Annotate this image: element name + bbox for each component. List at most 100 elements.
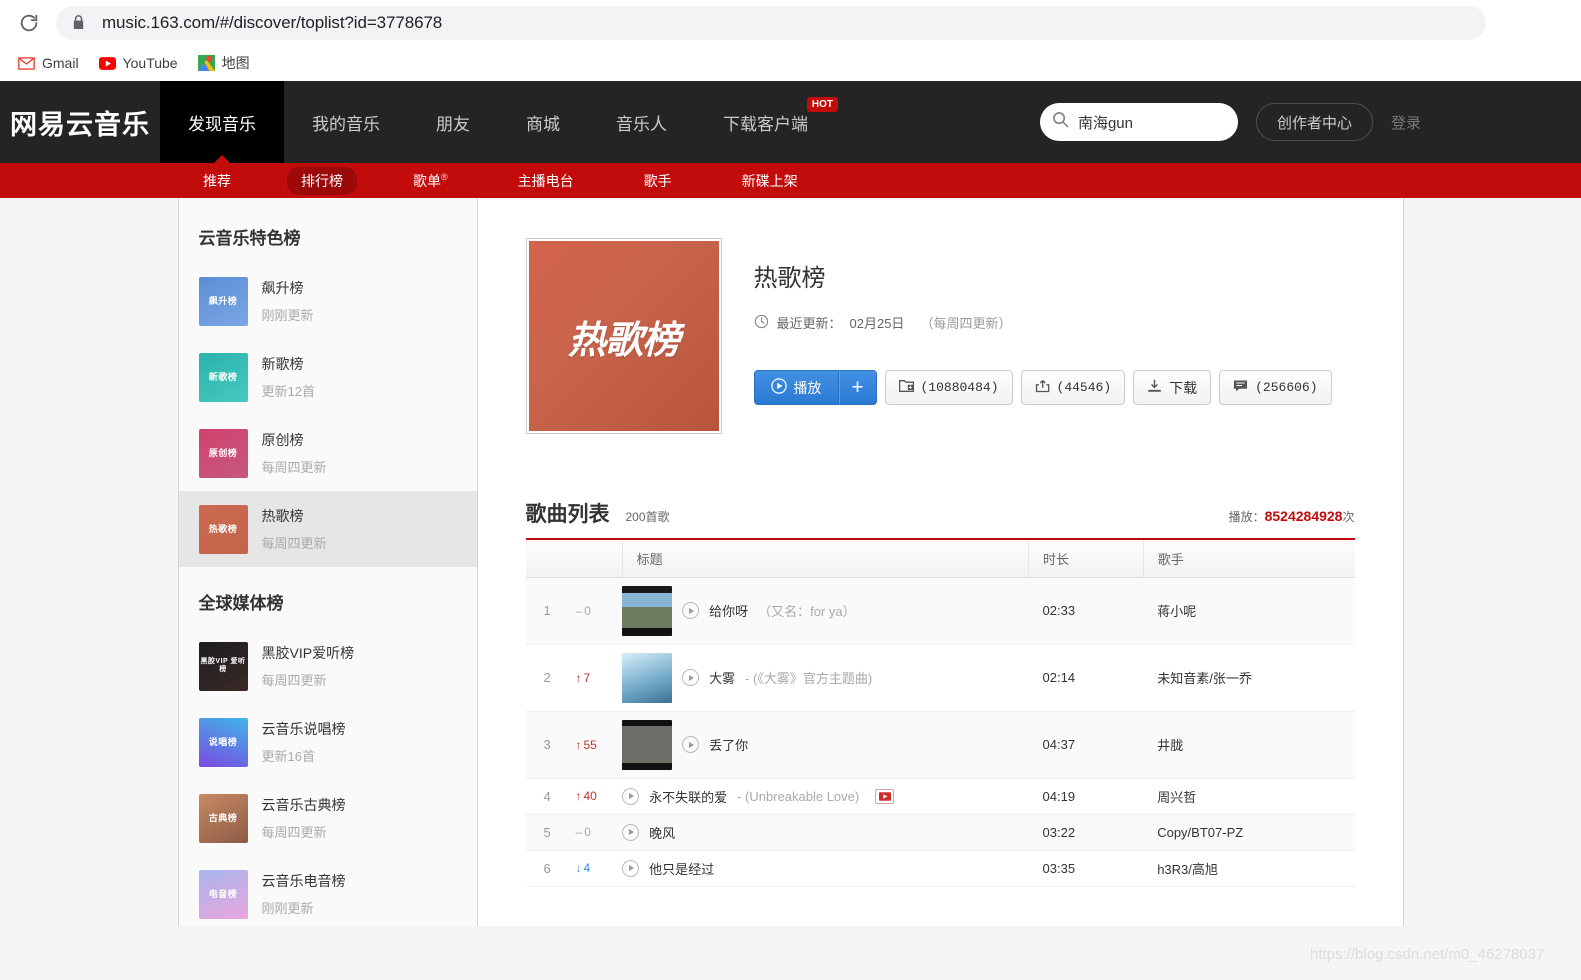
sidebar-section-title: 云音乐特色榜 — [198, 229, 301, 248]
sidebar-item-soaring[interactable]: 飙升榜 飙升榜 刚刚更新 — [179, 263, 477, 339]
table-row[interactable]: 5 –0 晚风 03:22 Copy/BT07-PZ — [525, 814, 1355, 851]
rank-change-value: 40 — [583, 789, 597, 803]
play-icon[interactable] — [622, 787, 640, 805]
nav-item-label: 下载客户端 — [723, 114, 808, 134]
sidebar-item-original[interactable]: 原创榜 原创榜 每周四更新 — [179, 415, 477, 491]
nav-item-store[interactable]: 商城 — [498, 81, 588, 163]
collect-button[interactable]: (10880484) — [884, 370, 1013, 405]
artist-cell[interactable]: 周兴哲 — [1143, 778, 1355, 815]
table-row[interactable]: 4 ↑ 40 永不失联的爱 - (Unbreakable Love) 04:19… — [525, 778, 1355, 815]
add-to-playlist-button[interactable]: + — [838, 370, 877, 405]
sidebar-item-hot-songs[interactable]: 热歌榜 热歌榜 每周四更新 — [178, 491, 477, 567]
download-button[interactable]: 下载 — [1133, 370, 1212, 405]
sidebar-item-name: 新歌榜 — [261, 356, 304, 372]
share-button[interactable]: (44546) — [1020, 370, 1126, 405]
sidebar-item-name: 飙升榜 — [261, 280, 304, 296]
artist-cell[interactable]: h3R3/高旭 — [1143, 850, 1355, 887]
artist-cell[interactable]: Copy/BT07-PZ — [1143, 814, 1355, 851]
rank-cell: 3 ↑ 55 — [525, 711, 623, 779]
column-header-title[interactable]: 标题 — [622, 540, 1030, 578]
plays-unit: 次 — [1342, 510, 1355, 524]
rank-cell: 4 ↑ 40 — [525, 778, 623, 815]
watermark: https://blog.csdn.net/m0_46278037 — [1310, 946, 1545, 963]
sidebar-item-classical[interactable]: 古典榜 云音乐古典榜 每周四更新 — [179, 780, 477, 856]
mv-icon[interactable] — [875, 788, 895, 804]
artist-cell[interactable]: 蒋小呢 — [1143, 577, 1355, 645]
folder-add-icon — [898, 379, 914, 397]
subnav-label: 主播电台 — [517, 172, 574, 189]
column-header-duration[interactable]: 时长 — [1028, 540, 1144, 578]
subnav-item-radio[interactable]: 主播电台 — [504, 167, 588, 195]
song-title[interactable]: 晚风 — [649, 823, 675, 842]
rank-cell: 1 –0 — [525, 577, 623, 645]
duration-cell: 02:14 — [1028, 644, 1144, 712]
nav-item-discover[interactable]: 发现音乐 — [160, 81, 284, 163]
play-icon[interactable] — [622, 823, 640, 841]
song-title[interactable]: 大雾 — [709, 668, 735, 687]
sidebar-item-rap[interactable]: 说唱榜 云音乐说唱榜 更新16首 — [179, 704, 477, 780]
subnav-item-new-albums[interactable]: 新碟上架 — [728, 167, 812, 195]
table-row[interactable]: 3 ↑ 55 丢了你 04:37 井胧 — [525, 711, 1355, 779]
cover-text: 黑胶VIP 爱听榜 — [200, 657, 246, 673]
nav-item-musician[interactable]: 音乐人 — [588, 81, 695, 163]
reload-icon[interactable] — [14, 8, 44, 38]
nav-item-label: 朋友 — [436, 114, 470, 134]
song-title[interactable]: 给你呀 — [709, 601, 748, 620]
table-row[interactable]: 6 ↓ 4 他只是经过 03:35 h3R3/高旭 — [525, 850, 1355, 887]
subnav-item-recommend[interactable]: 推荐 — [189, 167, 245, 195]
creator-center-button[interactable]: 创作者中心 — [1255, 103, 1373, 141]
sidebar-item-sub: 每周四更新 — [261, 460, 327, 475]
play-button[interactable]: 播放 — [753, 370, 839, 405]
song-thumbnail[interactable] — [622, 585, 673, 636]
bookmark-label: 地图 — [221, 55, 250, 71]
sidebar-item-electronic[interactable]: 电音榜 云音乐电音榜 刚刚更新 — [179, 856, 477, 926]
play-icon[interactable] — [682, 669, 700, 686]
nav-item-label: 商城 — [526, 114, 560, 134]
rank-number: 1 — [543, 603, 551, 618]
youtube-icon — [98, 55, 116, 72]
column-header-artist[interactable]: 歌手 — [1143, 540, 1355, 578]
nav-item-my-music[interactable]: 我的音乐 — [284, 81, 408, 163]
song-title[interactable]: 永不失联的爱 — [649, 787, 727, 806]
play-icon[interactable] — [682, 602, 700, 619]
rank-number: 2 — [543, 670, 551, 685]
playlist-update-row: 最近更新： 02月25日 （每周四更新） — [754, 313, 1355, 332]
rank-change-value: 0 — [584, 603, 591, 618]
comment-button[interactable]: (256606) — [1219, 370, 1332, 405]
bookmark-maps[interactable]: 地图 — [190, 49, 258, 77]
login-link[interactable]: 登录 — [1391, 112, 1421, 133]
search-box[interactable] — [1039, 103, 1238, 141]
song-thumbnail[interactable] — [622, 652, 673, 703]
bookmark-youtube[interactable]: YouTube — [91, 51, 186, 76]
sidebar-cover-icon: 说唱榜 — [198, 717, 248, 767]
song-title[interactable]: 他只是经过 — [649, 859, 714, 878]
play-icon[interactable] — [682, 736, 700, 753]
subnav-item-artists[interactable]: 歌手 — [630, 167, 686, 195]
search-input[interactable] — [1077, 113, 1218, 131]
play-icon[interactable] — [622, 859, 640, 877]
nav-item-friends[interactable]: 朋友 — [408, 81, 498, 163]
main-content: 热歌榜 热歌榜 最近更新： 02月25日 （每周四更新） 播放 + (10880… — [478, 198, 1403, 926]
artist-cell[interactable]: 井胧 — [1143, 711, 1355, 779]
omnibox[interactable]: music.163.com/#/discover/toplist?id=3778… — [56, 5, 1486, 40]
nav-item-download-client[interactable]: 下载客户端 HOT — [695, 81, 838, 163]
page-title: 热歌榜 — [753, 265, 826, 292]
artist-cell[interactable]: 未知音素/张一乔 — [1143, 644, 1355, 712]
bookmark-gmail[interactable]: Gmail — [10, 51, 87, 76]
site-logo[interactable]: 网易云音乐 — [0, 81, 160, 163]
song-title[interactable]: 丢了你 — [709, 735, 748, 754]
sidebar-item-name: 热歌榜 — [261, 508, 304, 524]
subnav-item-playlist[interactable]: 歌单® — [399, 167, 462, 195]
sidebar-cover-icon: 电音榜 — [198, 869, 248, 919]
subnav-item-toplist[interactable]: 排行榜 — [287, 166, 357, 195]
song-thumbnail[interactable] — [622, 719, 673, 770]
play-circle-icon — [770, 378, 787, 397]
comment-icon — [1233, 379, 1248, 397]
duration-cell: 03:22 — [1028, 814, 1144, 851]
table-row[interactable]: 2 ↑ 7 大雾 - (《大雾》官方主题曲) 02:14 未知音素/张一乔 — [525, 644, 1355, 712]
sidebar-item-new-songs[interactable]: 新歌榜 新歌榜 更新12首 — [179, 339, 477, 415]
table-row[interactable]: 1 –0 给你呀 （又名：for ya） 02:33 蒋小呢 — [525, 577, 1355, 645]
song-alias: （又名：for ya） — [758, 604, 856, 619]
sidebar-item-vip-favorites[interactable]: 黑胶VIP 爱听榜 黑胶VIP爱听榜 每周四更新 — [179, 628, 477, 704]
omnibox-url: music.163.com/#/discover/toplist?id=3778… — [102, 12, 443, 32]
